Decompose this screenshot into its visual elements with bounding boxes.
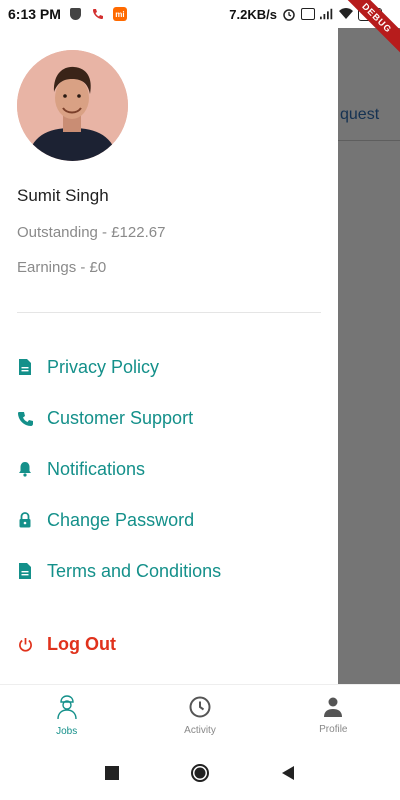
status-bar: 6:13 PM mi 7.2KB/s 20	[0, 0, 400, 28]
drawer-divider	[17, 312, 321, 313]
shield-icon	[69, 7, 83, 21]
status-left: 6:13 PM mi	[8, 6, 127, 22]
wifi-icon	[339, 7, 353, 21]
nav-label: Activity	[184, 725, 216, 736]
menu-item-notifications[interactable]: Notifications	[17, 455, 145, 483]
nav-label: Profile	[319, 724, 348, 735]
logout-button[interactable]: Log Out	[17, 630, 116, 658]
missed-call-icon	[91, 7, 105, 21]
clock-icon	[188, 695, 212, 723]
phone-icon	[17, 410, 33, 426]
document-icon	[17, 563, 33, 579]
signal-icon	[320, 7, 334, 21]
alarm-icon	[282, 7, 296, 21]
logout-label: Log Out	[47, 633, 116, 654]
bell-icon	[17, 461, 33, 477]
navigation-drawer: Sumit Singh Outstanding - £122.67 Earnin…	[0, 28, 338, 684]
mi-app-icon: mi	[112, 7, 127, 21]
nav-item-jobs[interactable]: Jobs	[0, 685, 133, 746]
lock-icon	[17, 512, 33, 528]
home-button[interactable]	[190, 763, 210, 783]
bottom-navigation: Jobs Activity Profile	[0, 684, 400, 746]
person-icon	[322, 696, 344, 722]
menu-label: Terms and Conditions	[47, 560, 222, 581]
recents-button[interactable]	[102, 763, 122, 783]
nav-item-activity[interactable]: Activity	[133, 685, 266, 746]
menu-item-change-password[interactable]: Change Password	[17, 506, 194, 534]
nav-label: Jobs	[56, 726, 78, 737]
nav-item-profile[interactable]: Profile	[267, 685, 400, 746]
power-icon	[17, 636, 33, 652]
document-icon	[17, 359, 33, 375]
menu-label: Privacy Policy	[47, 356, 160, 377]
volte-icon	[301, 8, 315, 20]
menu-item-terms-and-conditions[interactable]: Terms and Conditions	[17, 557, 221, 585]
menu-item-customer-support[interactable]: Customer Support	[17, 404, 193, 432]
menu-label: Change Password	[47, 509, 195, 530]
menu-label: Notifications	[47, 458, 146, 479]
outstanding-amount: Outstanding - £122.67	[17, 224, 166, 241]
system-navigation-bar	[0, 746, 400, 800]
user-name: Sumit Singh	[17, 186, 109, 205]
back-button[interactable]	[278, 763, 298, 783]
worker-icon	[54, 694, 80, 724]
menu-label: Customer Support	[47, 407, 194, 428]
status-time: 6:13 PM	[8, 6, 61, 22]
earnings-amount: Earnings - £0	[17, 259, 107, 276]
network-speed: 7.2KB/s	[229, 6, 277, 22]
avatar	[17, 50, 128, 161]
menu-item-privacy-policy[interactable]: Privacy Policy	[17, 353, 159, 381]
